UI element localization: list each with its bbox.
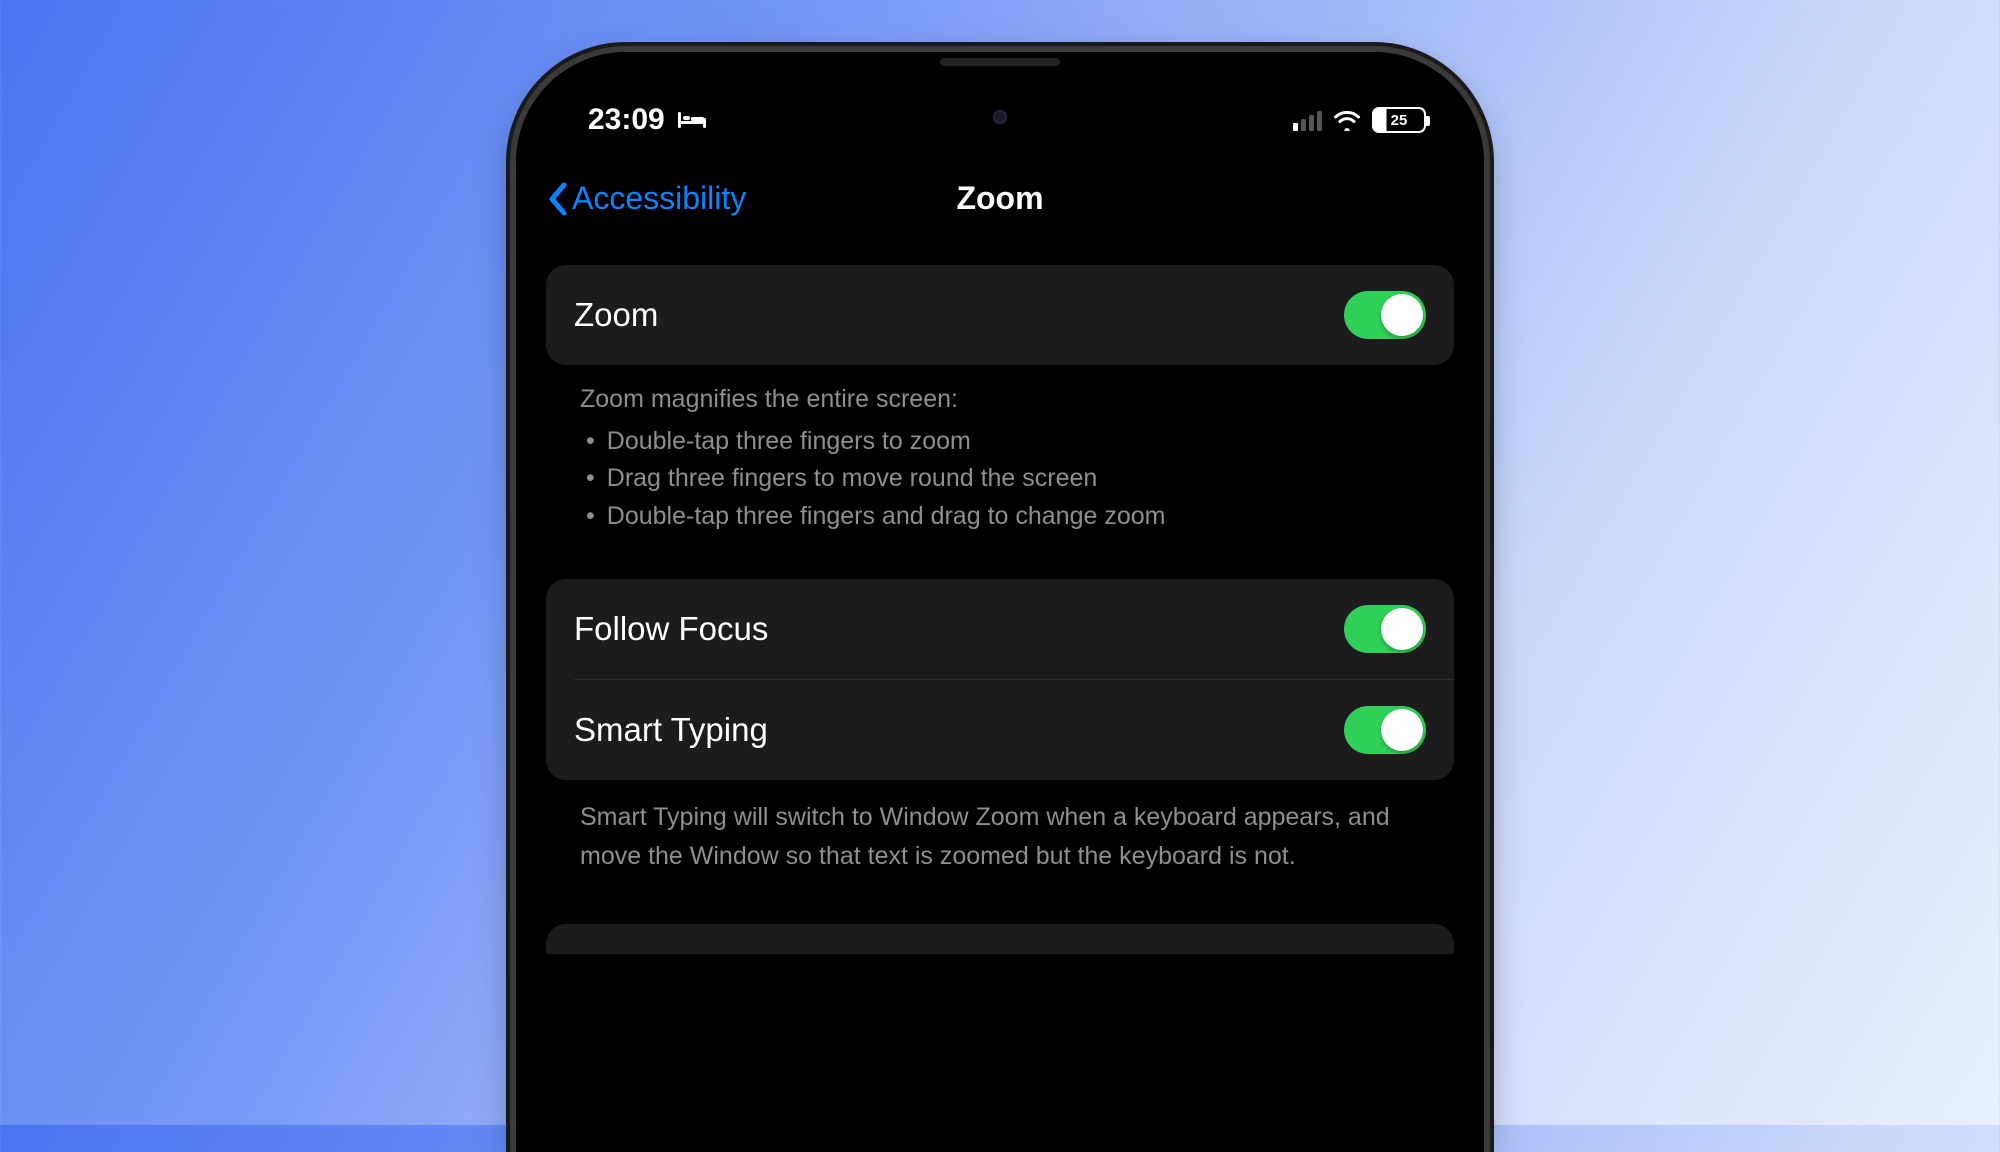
zoom-description-heading: Zoom magnifies the entire screen: <box>580 381 1426 419</box>
page-title: Zoom <box>956 180 1043 217</box>
zoom-bullet-3: Double-tap three fingers and drag to cha… <box>580 498 1426 536</box>
toggle-knob <box>1381 709 1423 751</box>
smart-typing-description: Smart Typing will switch to Window Zoom … <box>546 780 1454 906</box>
screen: 23:09 <box>516 52 1484 1152</box>
next-group-peek <box>546 924 1454 954</box>
battery-indicator: 25 <box>1372 107 1426 133</box>
cellular-signal-icon <box>1293 109 1322 131</box>
back-label: Accessibility <box>572 180 746 217</box>
zoom-bullet-1: Double-tap three fingers to zoom <box>580 423 1426 461</box>
toggle-knob <box>1381 294 1423 336</box>
zoom-toggle-group: Zoom <box>546 265 1454 365</box>
follow-focus-row: Follow Focus <box>546 579 1454 679</box>
sleep-focus-icon <box>677 109 707 131</box>
smart-typing-row: Smart Typing <box>546 680 1454 780</box>
content-area: Zoom Zoom magnifies the entire screen: D… <box>516 241 1484 954</box>
zoom-description-list: Double-tap three fingers to zoom Drag th… <box>580 423 1426 536</box>
chevron-left-icon <box>546 181 570 217</box>
phone-frame: 23:09 <box>516 52 1484 1152</box>
toggle-knob <box>1381 608 1423 650</box>
follow-focus-toggle[interactable] <box>1344 605 1426 653</box>
zoom-row: Zoom <box>546 265 1454 365</box>
status-time: 23:09 <box>588 103 665 137</box>
zoom-toggle[interactable] <box>1344 291 1426 339</box>
status-right: 25 <box>1293 107 1426 133</box>
speaker-slit <box>940 58 1060 66</box>
back-button[interactable]: Accessibility <box>546 180 746 217</box>
smart-typing-label: Smart Typing <box>574 711 768 749</box>
nav-bar: Accessibility Zoom <box>516 152 1484 241</box>
follow-focus-label: Follow Focus <box>574 610 768 648</box>
smart-typing-toggle[interactable] <box>1344 706 1426 754</box>
wifi-icon <box>1332 109 1362 131</box>
front-camera <box>993 110 1007 124</box>
status-left: 23:09 <box>588 103 707 137</box>
battery-percent: 25 <box>1391 112 1408 129</box>
zoom-description: Zoom magnifies the entire screen: Double… <box>546 365 1454 569</box>
zoom-bullet-2: Drag three fingers to move round the scr… <box>580 460 1426 498</box>
zoom-label: Zoom <box>574 296 658 334</box>
focus-typing-group: Follow Focus Smart Typing <box>546 579 1454 780</box>
